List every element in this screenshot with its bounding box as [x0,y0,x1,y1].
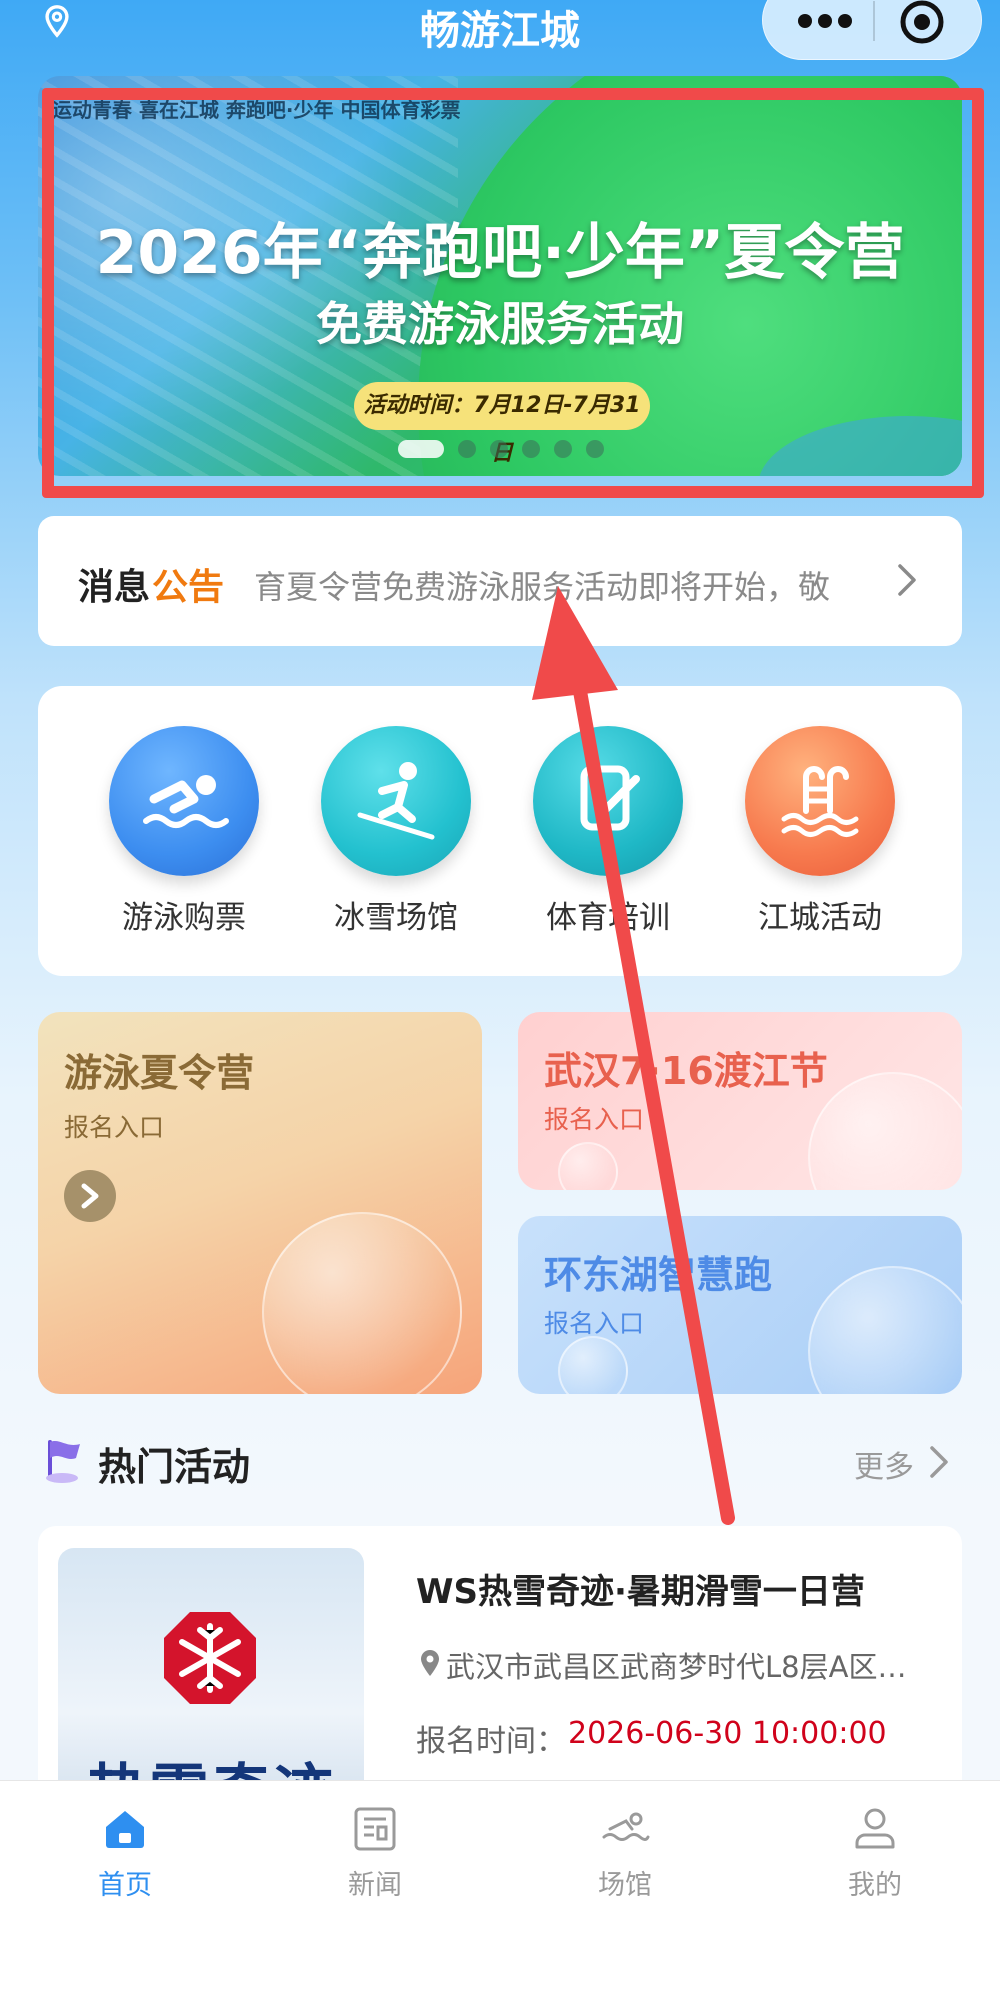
tab-label: 首页 [98,1870,152,1901]
tab-label: 新闻 [348,1870,402,1901]
card-swim-camp[interactable]: 游泳夏令营 报名入口 [38,1012,482,1394]
quick-entry-grid: 游泳购票 冰雪场馆 体育培训 江城活动 [38,686,962,976]
card-title: 游泳夏令营 [64,1051,255,1095]
registration-time-label: 报名时间： [416,1724,566,1759]
card-subtitle: 报名入口 [544,1105,645,1134]
entry-city-events[interactable]: 江城活动 [710,686,930,976]
entry-swim-ticket[interactable]: 游泳购票 [74,686,294,976]
card-bubble [262,1212,462,1394]
bottom-tab-bar: 首页 新闻 场馆 我的 [0,1780,1000,1994]
top-nav-bar: 畅游江城 [0,0,1000,60]
skier-icon [321,726,471,876]
tab-news[interactable]: 新闻 [250,1803,500,1913]
activity-title: WS热雪奇迹·暑期滑雪一日营 [416,1572,865,1612]
swim-venue-icon [602,1812,650,1841]
entry-label: 冰雪场馆 [334,900,458,936]
hot-activities-header: 热门活动 更多 [38,1432,962,1492]
section-title: 热门活动 [98,1445,251,1489]
more-dots-icon[interactable] [795,11,855,31]
mini-program-capsule [762,0,982,60]
training-icon [533,726,683,876]
notice-label-accent: 公告 [152,567,225,608]
card-arrow-button[interactable] [64,1170,116,1222]
card-bubble [558,1336,628,1394]
location-pin-icon [421,1650,439,1676]
activity-address: 武汉市武昌区武商梦时代L8层A区… [446,1650,907,1684]
flag-icon [46,1440,80,1483]
entry-label: 江城活动 [758,900,882,936]
entry-sports-training[interactable]: 体育培训 [498,686,718,976]
card-bubble [808,1266,962,1394]
entry-ice-snow[interactable]: 冰雪场馆 [286,686,506,976]
entry-label: 游泳购票 [122,900,246,936]
chevron-right-icon[interactable] [896,562,920,598]
swimmer-icon [109,726,259,876]
card-title: 武汉7·16渡江节 [544,1049,828,1093]
entry-label: 体育培训 [546,900,670,936]
close-target-icon[interactable] [897,0,947,47]
more-link[interactable]: 更多 [854,1442,914,1486]
annotation-highlight-box [42,88,984,498]
card-title: 环东湖智慧跑 [544,1253,773,1297]
snowflake-logo-icon [164,1612,256,1704]
tab-label: 场馆 [598,1870,652,1901]
tab-label: 我的 [848,1870,902,1901]
card-bubble [558,1142,618,1190]
registration-time: 2026-06-30 10:00:00 [568,1716,887,1751]
home-icon [106,1811,144,1848]
tab-home[interactable]: 首页 [0,1803,250,1913]
card-donghu-run[interactable]: 环东湖智慧跑 报名入口 [518,1216,962,1394]
card-river-crossing[interactable]: 武汉7·16渡江节 报名入口 [518,1012,962,1190]
card-subtitle: 报名入口 [64,1113,165,1142]
news-icon [354,1807,396,1851]
user-icon [855,1808,895,1849]
chevron-right-icon[interactable] [928,1444,950,1480]
notice-label: 消息 [78,567,151,608]
notice-text: 育夏令营免费游泳服务活动即将开始，敬 [254,568,831,606]
pool-icon [745,726,895,876]
tab-mine[interactable]: 我的 [750,1803,1000,1913]
card-bubble [808,1072,962,1190]
notice-bar[interactable]: 消息 公告 育夏令营免费游泳服务活动即将开始，敬 [38,516,962,646]
card-subtitle: 报名入口 [544,1309,645,1338]
chevron-right-icon [81,1183,99,1209]
tab-venues[interactable]: 场馆 [500,1803,750,1913]
capsule-divider [873,1,875,41]
